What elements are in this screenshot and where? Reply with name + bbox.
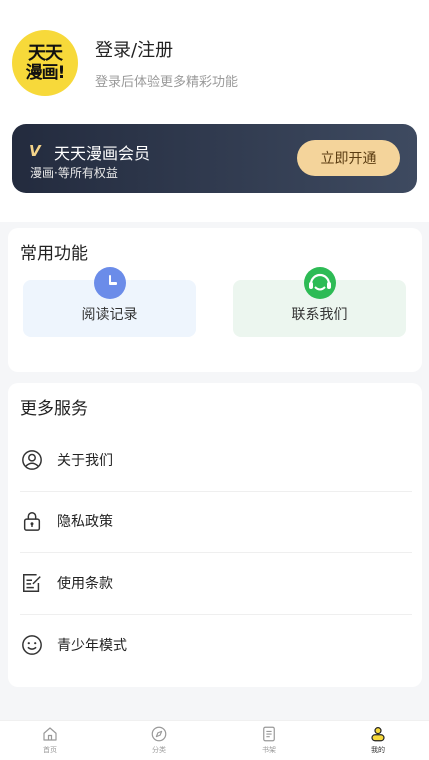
more-services-card: 更多服务 关于我们 隐私政策 使用条款 青少年模式 [8, 383, 422, 687]
common-functions-card: 常用功能 阅读记录 联系我们 [8, 228, 422, 372]
service-label: 隐私政策 [57, 514, 113, 530]
reading-history-label: 阅读记录 [81, 307, 138, 323]
tab-label: 分类 [152, 746, 166, 754]
service-label: 使用条款 [57, 576, 113, 592]
tab-label: 首页 [43, 746, 57, 754]
contact-us-label: 联系我们 [291, 307, 348, 323]
login-subtitle: 登录后体验更多精彩功能 [95, 75, 239, 90]
headset-icon [303, 267, 336, 299]
service-item-about-us[interactable]: 关于我们 [20, 430, 412, 490]
reading-history-button[interactable]: 阅读记录 [23, 267, 196, 337]
document-icon [263, 726, 275, 742]
tab-category[interactable]: 分类 [129, 725, 189, 757]
vip-title: 天天漫画会员 [54, 144, 151, 163]
user-circle-icon [22, 450, 42, 470]
compass-icon [151, 726, 167, 742]
service-item-terms-of-use[interactable]: 使用条款 [20, 553, 412, 613]
login-register-link[interactable]: 登录/注册 [95, 36, 238, 62]
clock-icon [93, 267, 126, 299]
logo-text-line2: 漫画! [25, 62, 66, 83]
header-area: 天天 漫画! 登录/注册 登录后体验更多精彩功能 V 天天漫画会员 漫画·等所有… [0, 0, 429, 222]
logo-text-line1: 天天 [28, 42, 63, 64]
tab-bookshelf[interactable]: 书架 [239, 725, 299, 757]
vip-activate-button[interactable]: 立即开通 [297, 140, 400, 176]
edit-document-icon [23, 574, 41, 592]
vip-badge-icon: V [29, 142, 41, 160]
tab-label: 我的 [371, 746, 385, 754]
vip-membership-card[interactable]: V 天天漫画会员 漫画·等所有权益 立即开通 [12, 124, 417, 193]
common-functions-title: 常用功能 [20, 244, 88, 264]
login-profile[interactable]: 天天 漫画! 登录/注册 登录后体验更多精彩功能 [12, 30, 238, 96]
tab-home[interactable]: 首页 [20, 725, 80, 757]
contact-us-button[interactable]: 联系我们 [233, 267, 406, 337]
more-services-title: 更多服务 [20, 399, 88, 419]
home-icon [43, 727, 57, 741]
tab-mine[interactable]: 我的 [348, 725, 408, 757]
service-label: 关于我们 [57, 453, 113, 469]
service-item-privacy-policy[interactable]: 隐私政策 [20, 491, 412, 551]
service-item-teen-mode[interactable]: 青少年模式 [20, 615, 412, 675]
service-label: 青少年模式 [57, 638, 127, 654]
smile-icon [22, 635, 42, 655]
bottom-tab-bar: 首页 分类 书架 我的 [0, 720, 429, 760]
lock-icon [23, 512, 41, 531]
vip-subtitle: 漫画·等所有权益 [30, 166, 118, 180]
profile-icon [371, 727, 385, 742]
app-logo: 天天 漫画! [12, 30, 78, 96]
tab-label: 书架 [262, 746, 276, 754]
